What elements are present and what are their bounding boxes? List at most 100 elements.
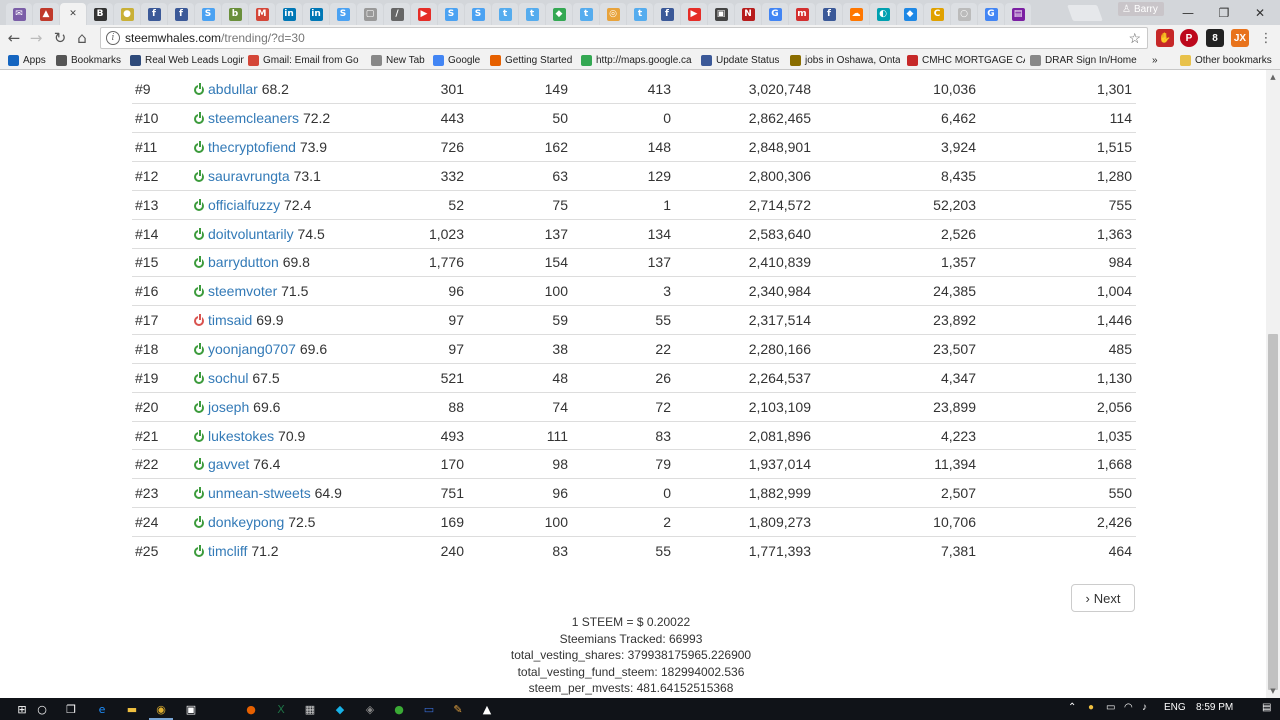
paint-icon[interactable]: ✎: [450, 701, 466, 717]
bookmark-item[interactable]: Google: [433, 53, 485, 68]
browser-tab[interactable]: in: [303, 3, 329, 25]
browser-tab[interactable]: ▢: [357, 3, 383, 25]
username-link[interactable]: gavvet: [208, 456, 249, 472]
adblock-extension-icon[interactable]: ✋: [1156, 29, 1174, 47]
browser-tab[interactable]: S: [330, 3, 356, 25]
network-icon[interactable]: ◠: [1124, 702, 1133, 713]
chrome-icon[interactable]: ◉: [149, 701, 173, 720]
close-icon[interactable]: ✕: [67, 8, 80, 21]
tray-chevron-icon[interactable]: ⌃: [1068, 702, 1076, 713]
browser-tab[interactable]: S: [438, 3, 464, 25]
browser-tab[interactable]: ▤: [1005, 3, 1031, 25]
bookmark-item[interactable]: Bookmarks: [56, 53, 126, 68]
search-icon[interactable]: ○: [34, 701, 50, 717]
browser-tab[interactable]: t: [492, 3, 518, 25]
scroll-down-icon[interactable]: ▼: [1266, 684, 1280, 698]
username-link[interactable]: lukestokes: [208, 428, 274, 444]
file-explorer-icon[interactable]: ▬: [124, 701, 140, 717]
ext-orange-icon[interactable]: JX: [1231, 29, 1249, 47]
browser-tab[interactable]: ◆: [546, 3, 572, 25]
browser-tab[interactable]: f: [141, 3, 167, 25]
photos-icon[interactable]: ▲: [479, 701, 495, 717]
browser-tab[interactable]: ◆: [897, 3, 923, 25]
browser-tab[interactable]: ●: [114, 3, 140, 25]
edge-icon[interactable]: e: [94, 701, 110, 717]
browser-tab[interactable]: ✉: [6, 3, 32, 25]
bookmark-item[interactable]: New Tab: [371, 53, 429, 68]
browser-tab[interactable]: B: [87, 3, 113, 25]
browser-tab[interactable]: m: [789, 3, 815, 25]
new-tab-button[interactable]: [1067, 5, 1103, 21]
browser-tab[interactable]: t: [519, 3, 545, 25]
browser-tab[interactable]: ◎: [600, 3, 626, 25]
browser-tab[interactable]: f: [654, 3, 680, 25]
username-link[interactable]: yoonjang0707: [208, 341, 296, 357]
excel-icon[interactable]: X: [273, 701, 289, 717]
windows-start-icon[interactable]: ⊞: [14, 701, 30, 717]
bookmark-item[interactable]: http://maps.google.ca: [581, 53, 696, 68]
profile-button[interactable]: ♙ Barry: [1118, 2, 1164, 16]
username-link[interactable]: steemcleaners: [208, 110, 299, 126]
store-icon[interactable]: ▣: [183, 701, 199, 717]
tray-app-icon[interactable]: ●: [1088, 702, 1094, 713]
reload-button[interactable]: ↻: [50, 28, 70, 48]
username-link[interactable]: officialfuzzy: [208, 197, 280, 213]
browser-tab[interactable]: ◐: [870, 3, 896, 25]
browser-tab[interactable]: /: [384, 3, 410, 25]
forward-button[interactable]: →: [26, 28, 46, 48]
username-link[interactable]: sochul: [208, 370, 248, 386]
browser-tab[interactable]: b: [222, 3, 248, 25]
ext-dark-icon[interactable]: 8: [1206, 29, 1224, 47]
kodi-icon[interactable]: ◆: [332, 701, 348, 717]
back-button[interactable]: ←: [4, 28, 24, 48]
bookmark-item[interactable]: Update Status: [701, 53, 785, 68]
browser-tab[interactable]: in: [276, 3, 302, 25]
next-page-button[interactable]: › Next: [1071, 584, 1135, 612]
bookmark-item[interactable]: DRAR Sign In/Home: [1030, 53, 1140, 68]
username-link[interactable]: doitvoluntarily: [208, 226, 294, 242]
browser-tab[interactable]: f: [168, 3, 194, 25]
browser-tab[interactable]: t: [627, 3, 653, 25]
vertical-scrollbar[interactable]: ▲ ▼: [1266, 70, 1280, 698]
language-indicator[interactable]: ENG: [1164, 702, 1186, 713]
browser-tab[interactable]: M: [249, 3, 275, 25]
browser-tab[interactable]: C: [924, 3, 950, 25]
username-link[interactable]: timcliff: [208, 543, 247, 559]
browser-tab[interactable]: ○: [951, 3, 977, 25]
browser-tab[interactable]: N: [735, 3, 761, 25]
firefox-icon[interactable]: ●: [243, 701, 259, 717]
pinterest-extension-icon[interactable]: P: [1180, 29, 1198, 47]
username-link[interactable]: timsaid: [208, 312, 252, 328]
clock[interactable]: 8:59 PM: [1196, 702, 1233, 713]
browser-tab[interactable]: ▶: [681, 3, 707, 25]
browser-tab[interactable]: ☁: [843, 3, 869, 25]
browser-tab[interactable]: G: [762, 3, 788, 25]
browser-tab[interactable]: ✕: [60, 3, 86, 25]
username-link[interactable]: thecryptofiend: [208, 139, 296, 155]
username-link[interactable]: unmean-stweets: [208, 485, 311, 501]
bookmark-item[interactable]: Other bookmarks: [1180, 53, 1275, 68]
bookmark-item[interactable]: Apps: [8, 53, 48, 68]
bookmark-item[interactable]: Getting Started: [490, 53, 576, 68]
username-link[interactable]: joseph: [208, 399, 249, 415]
browser-tab[interactable]: t: [573, 3, 599, 25]
volume-icon[interactable]: ♪: [1142, 702, 1147, 713]
calculator-icon[interactable]: ▦: [302, 701, 318, 717]
username-link[interactable]: barrydutton: [208, 254, 279, 270]
home-button[interactable]: ⌂: [72, 28, 92, 48]
chrome-menu-button[interactable]: ⋮: [1256, 28, 1276, 48]
battery-icon[interactable]: ▭: [1106, 702, 1115, 713]
username-link[interactable]: abdullar: [208, 81, 258, 97]
task-view-icon[interactable]: ❐: [63, 701, 79, 717]
address-bar[interactable]: i steemwhales.com/trending/?d=30 ☆: [100, 27, 1148, 49]
notifications-icon[interactable]: ▤: [1262, 702, 1271, 713]
browser-tab[interactable]: ▲: [33, 3, 59, 25]
username-link[interactable]: steemvoter: [208, 283, 277, 299]
username-link[interactable]: donkeypong: [208, 514, 284, 530]
bookmark-item[interactable]: Gmail: Email from Go: [248, 53, 366, 68]
restore-button[interactable]: ❐: [1206, 0, 1242, 25]
scroll-up-icon[interactable]: ▲: [1266, 70, 1280, 84]
bookmark-star-icon[interactable]: ☆: [1128, 30, 1141, 47]
bookmark-item[interactable]: Real Web Leads Login: [130, 53, 244, 68]
greenapp-icon[interactable]: ●: [391, 701, 407, 717]
